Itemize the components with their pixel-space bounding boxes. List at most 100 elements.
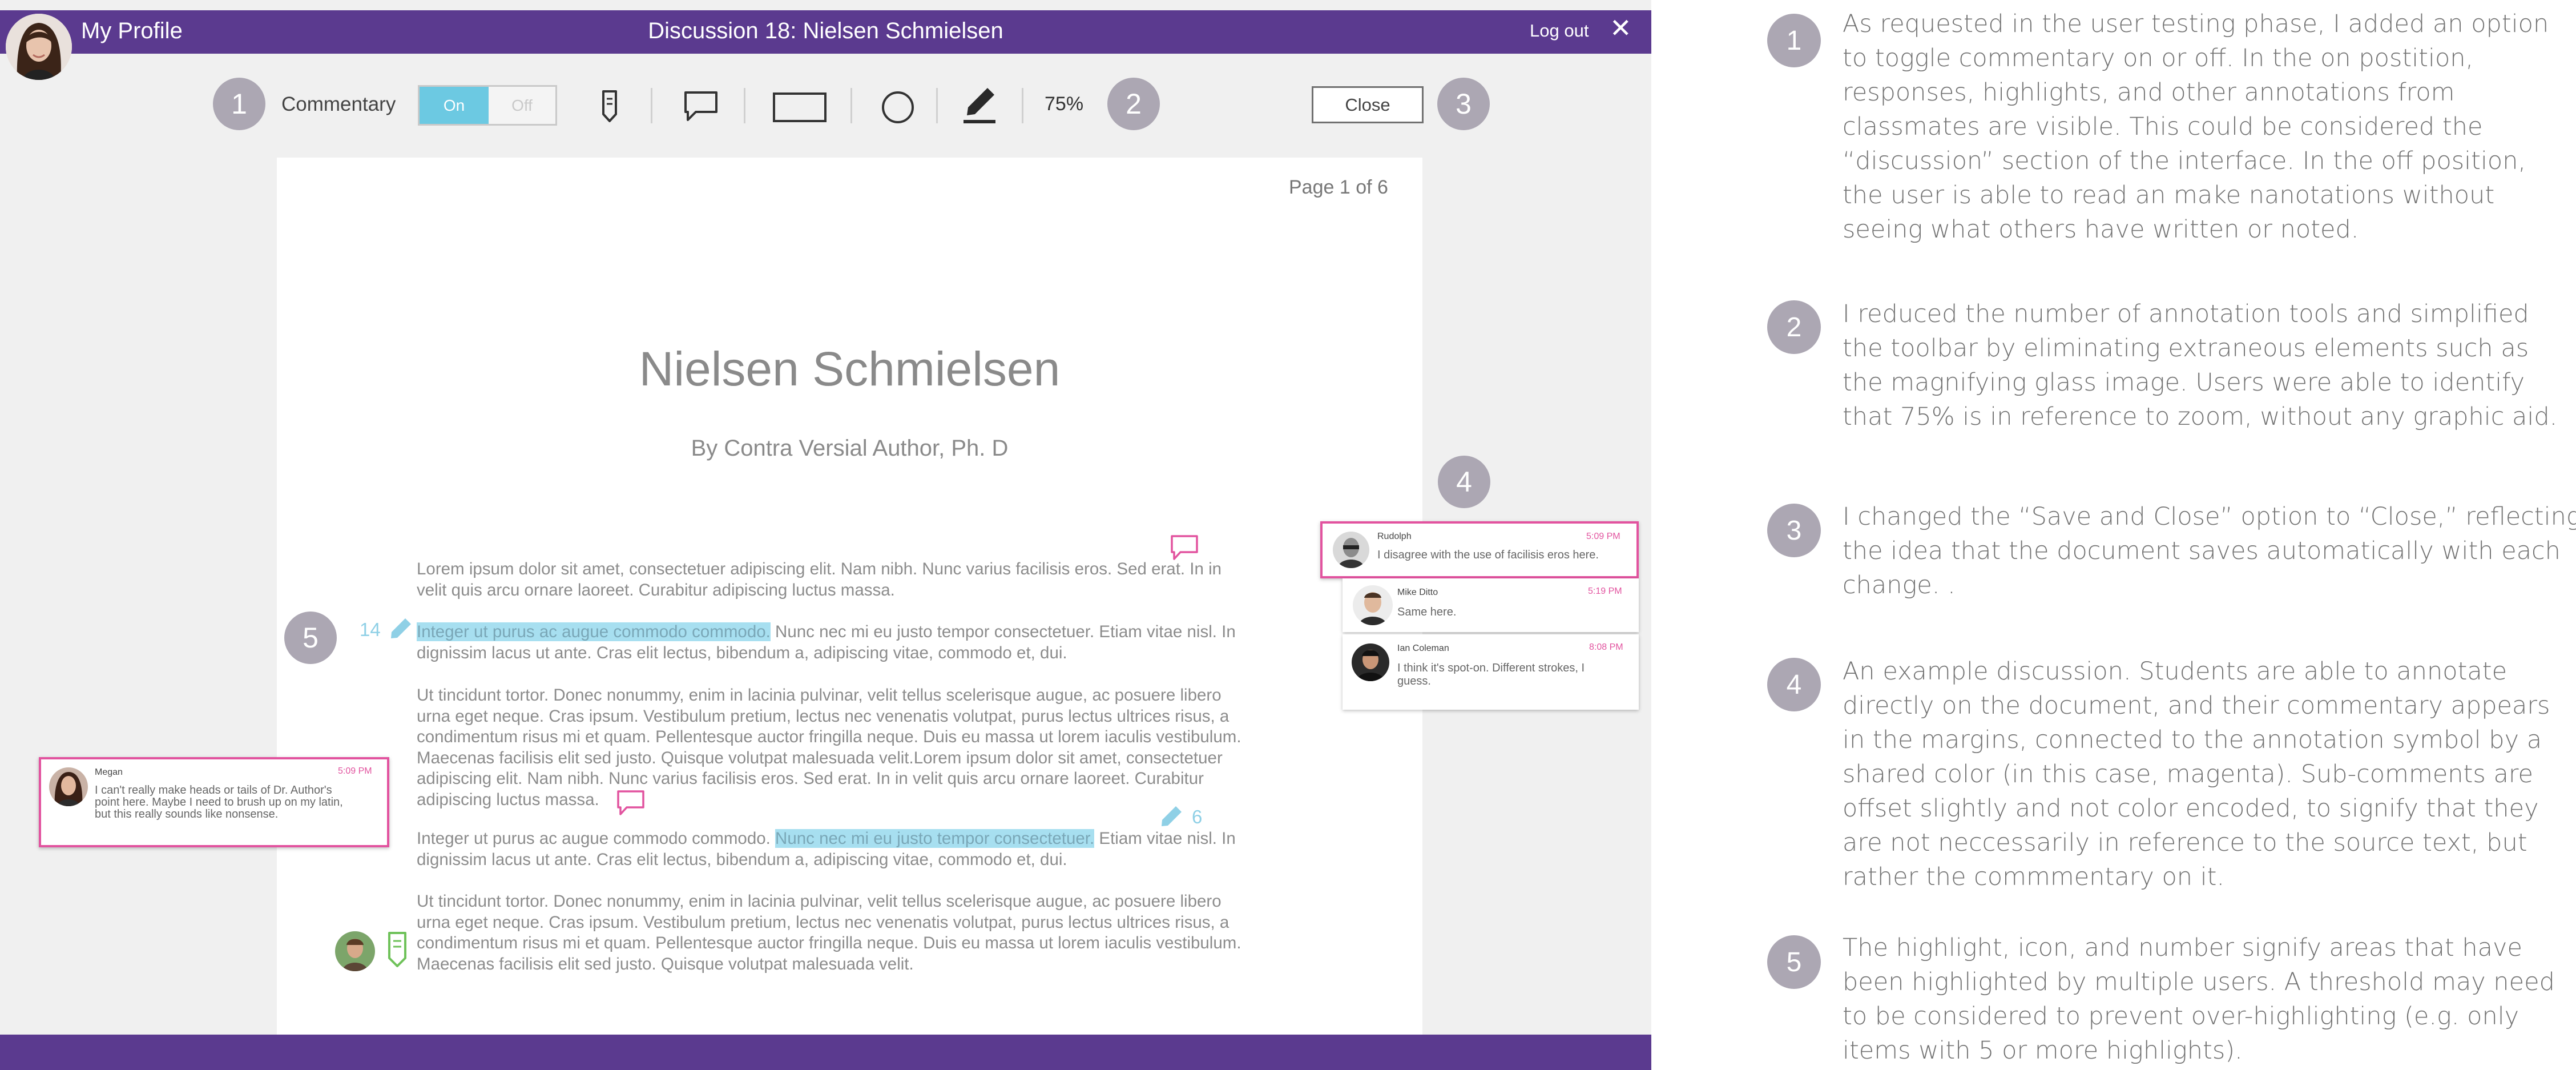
comment-line: guess. [1397,675,1431,687]
step-marker-2: 2 [1107,78,1160,130]
comment-author: Megan [95,767,123,777]
reply-card[interactable]: Ian Coleman 8:08 PM I think it's spot-on… [1343,634,1639,710]
reply-card[interactable]: Mike Ditto 5:19 PM Same here. [1343,578,1639,632]
highlighted-text[interactable]: Integer ut purus ac augue commodo commod… [417,622,771,641]
highlight-pencil-icon [391,618,411,638]
step-marker-1: 1 [213,78,265,130]
design-notes: 1 As requested in the user testing phase… [1767,7,2576,1069]
toolbar-divider [936,88,938,123]
text-line: Integer ut purus ac augue commodo commod… [417,828,1236,850]
note-line: seeing what others have written or noted… [1843,215,2359,244]
note-number: 2 [1767,300,1821,354]
user-avatar [1353,585,1393,625]
note-line: that 75% is in reference to zoom, withou… [1843,403,2558,431]
app-window: My Profile Discussion 18: Nielsen Schmie… [0,0,1651,1070]
text-line: Ut tincidunt tortor. Donec nonummy, enim… [417,686,1222,705]
text-line: adipiscing elit. Nam nibh. Nunc varius f… [417,769,1204,788]
text-line: condimentum risus mi et quam. Pellentesq… [417,727,1241,746]
comment-time: 5:09 PM [338,766,372,776]
commentary-label: Commentary [281,93,396,115]
rectangle-icon[interactable] [772,92,827,123]
note-text: As requested in the user testing phase, … [1843,7,2549,247]
note-line: rather the commmentary on it. [1843,863,2225,891]
text-line: condimentum risus mi et quam. Pellentesq… [417,934,1241,952]
comment-card[interactable]: Rudolph 5:09 PM I disagree with the use … [1320,521,1639,578]
step-marker-4: 4 [1438,456,1490,508]
toggle-off-option[interactable]: Off [489,87,555,124]
text-line: dignissim lacus ut ante. Cras elit lectu… [417,850,1067,869]
step-marker-3: 3 [1437,78,1490,130]
text-line: Lorem ipsum dolor sit amet, consectetuer… [417,560,1222,578]
highlighted-text[interactable]: Nunc nec mi eu justo tempor consectetuer… [775,829,1095,848]
bottom-bar [0,1035,1651,1070]
text-line: Maecenas facilisis elit sed justo. Quisq… [417,748,1223,767]
profile-avatar[interactable] [6,14,72,80]
comment-card[interactable]: Megan 5:09 PM I can't really make heads … [39,757,389,847]
bookmark-annotation-icon[interactable] [386,931,409,968]
text-line: dignissim lacus ut ante. Cras elit lectu… [417,643,1067,662]
bookmark-icon[interactable] [599,89,620,123]
note-line: the magnifying glass image. Users were a… [1843,368,2525,397]
comment-line: but this really sounds like nonsense. [95,808,279,820]
step-marker-5: 5 [284,612,337,664]
note-text: I changed the “Save and Close” option to… [1843,500,2576,602]
note-line: directly on the document, and their comm… [1843,691,2550,720]
comment-line: point here. Maybe I need to brush up on … [95,796,343,808]
comment-time: 5:19 PM [1588,586,1622,596]
toolbar-divider [744,88,745,123]
logout-link[interactable]: Log out [1530,21,1589,41]
note-line: I reduced the number of annotation tools… [1843,300,2529,328]
note-line: “discussion” section of the interface. I… [1843,147,2526,175]
highlight-count: 14 [360,619,381,640]
close-window-icon[interactable]: ✕ [1610,13,1632,43]
close-button[interactable]: Close [1312,86,1424,123]
text-span: Etiam vitae nisl. In [1094,829,1236,848]
note-line: As requested in the user testing phase, … [1843,10,2549,38]
comment-annotation-icon[interactable] [1170,534,1199,563]
paragraph: Integer ut purus ac augue commodo commod… [417,828,1236,870]
note-number: 4 [1767,658,1821,711]
comment-author: Ian Coleman [1397,643,1449,653]
document-page: Page 1 of 6 Nielsen Schmielsen By Contra… [277,158,1422,1035]
user-avatar[interactable] [335,931,375,971]
paragraph: Ut tincidunt tortor. Donec nonummy, enim… [417,891,1241,975]
note-line: change. . [1843,571,1956,600]
highlight-pencil-icon [1162,806,1182,826]
note-line: the idea that the document saves automat… [1843,537,2561,565]
comment-author: Rudolph [1377,532,1412,541]
toggle-on-option[interactable]: On [420,87,489,124]
comment-bubble-icon[interactable] [683,90,719,123]
note-number: 3 [1767,504,1821,557]
toolbar-divider [850,88,852,123]
note-text: I reduced the number of annotation tools… [1843,297,2557,434]
paragraph: Lorem ipsum dolor sit amet, consectetuer… [417,559,1222,601]
comment-text: I can't really make heads or tails of Dr… [95,785,343,820]
paragraph: Integer ut purus ac augue commodo commod… [417,622,1236,663]
highlighter-icon[interactable] [962,86,997,124]
note-line: The highlight, icon, and number signify … [1843,934,2522,962]
user-avatar [1352,643,1389,681]
note-text: The highlight, icon, and number signify … [1843,931,2555,1068]
note-line: offset slightly and not color encoded, t… [1843,794,2539,823]
note-line: I changed the “Save and Close” option to… [1843,502,2576,531]
toolbar-divider [651,88,652,123]
note-line: items with 5 or more highlights). [1843,1036,2243,1065]
circle-icon[interactable] [881,90,915,124]
paragraph: Ut tincidunt tortor. Donec nonummy, enim… [417,685,1241,810]
note-line: responses, highlights, and other annotat… [1843,78,2455,107]
note-line: to be considered to prevent over-highlig… [1843,1002,2519,1031]
note-line: to toggle commentary on or off. In the o… [1843,44,2474,73]
text-line: Ut tincidunt tortor. Donec nonummy, enim… [417,892,1222,911]
text-line: Integer ut purus ac augue commodo commod… [417,622,1236,643]
page-indicator: Page 1 of 6 [1289,176,1388,198]
commentary-toggle[interactable]: On Off [418,85,557,126]
zoom-level[interactable]: 75% [1045,93,1083,115]
text-line: Maecenas facilisis elit sed justo. Quisq… [417,954,914,974]
text-line: urna eget neque. Cras ipsum. Vestibulum … [417,706,1229,726]
comment-text: I disagree with the use of facilisis ero… [1377,549,1599,561]
note-line: the user is able to read an make nanotat… [1843,181,2495,210]
comment-author: Mike Ditto [1397,588,1438,597]
text-span: Nunc nec mi eu justo tempor consectetuer… [770,622,1236,641]
comment-annotation-icon[interactable] [616,790,645,818]
user-avatar [49,767,88,806]
